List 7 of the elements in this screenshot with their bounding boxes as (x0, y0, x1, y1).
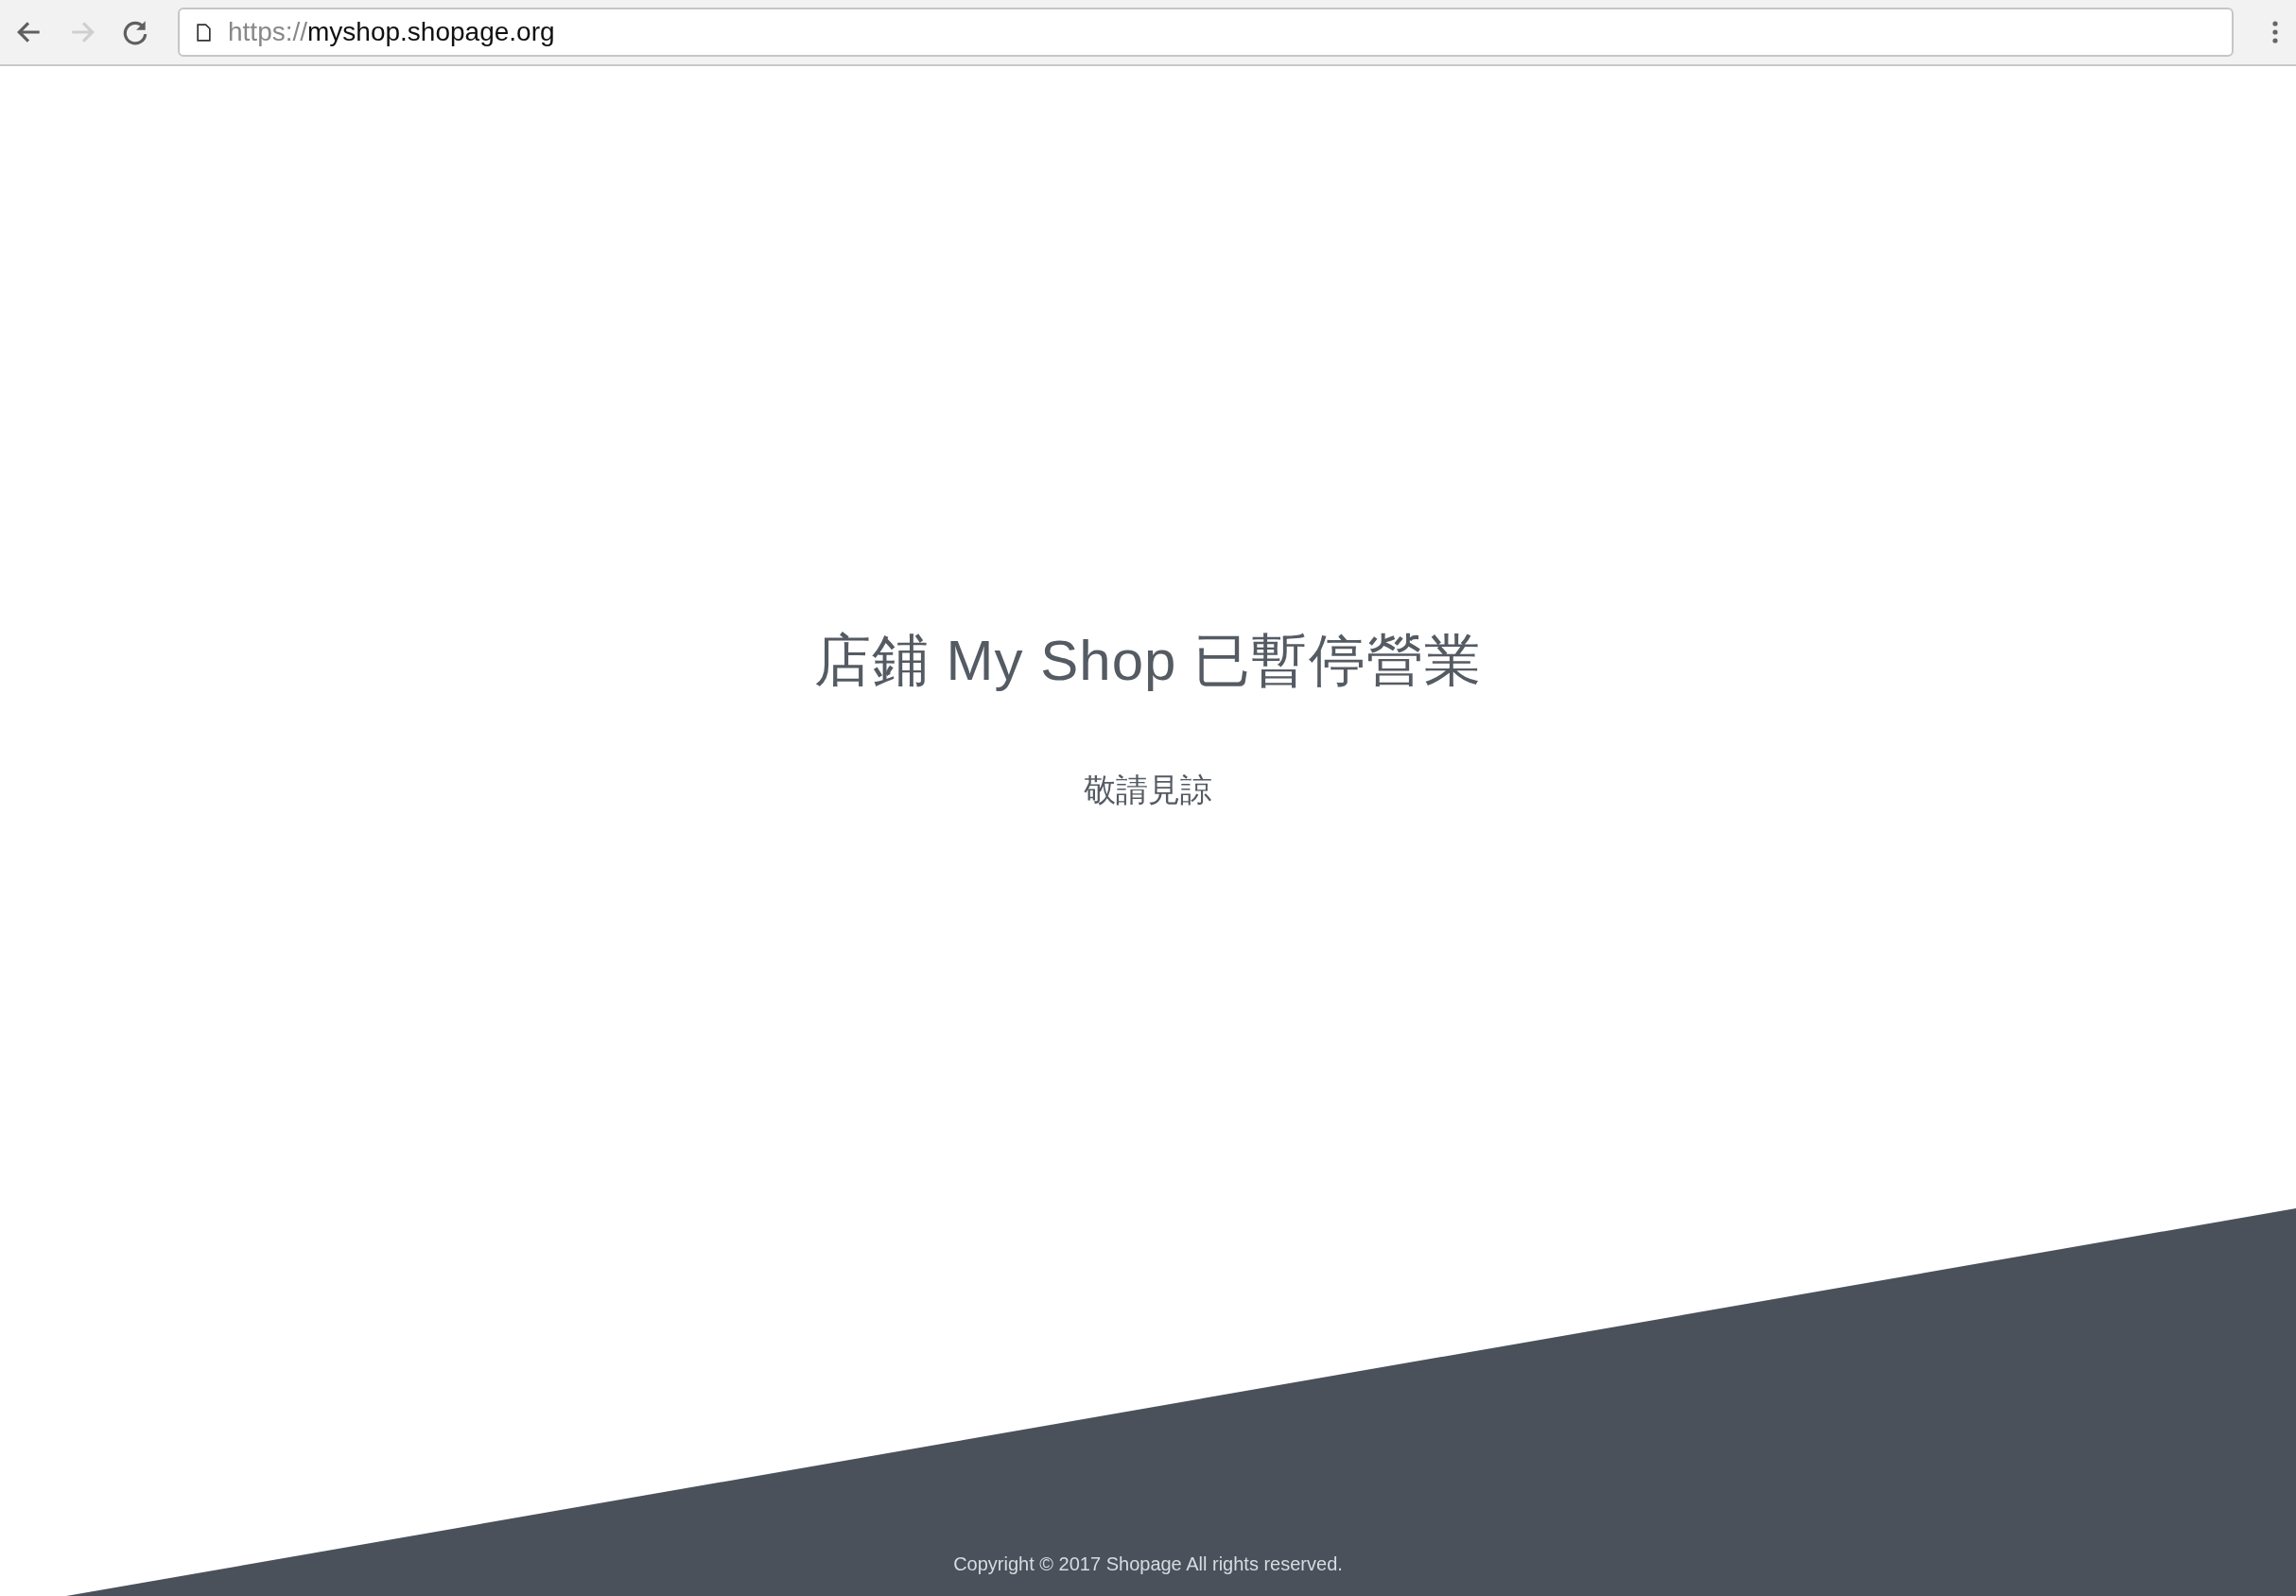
copyright-text: Copyright © 2017 Shopage All rights reserved. (953, 1553, 1343, 1575)
apology-text: 敬請見諒 (1084, 771, 1212, 809)
closed-notice-heading: 店鋪 My Shop 已暫停營業 (813, 628, 1483, 694)
menu-icon[interactable] (2271, 19, 2279, 45)
page-icon (197, 23, 211, 42)
reload-icon[interactable] (121, 18, 149, 46)
address-field[interactable]: https://myshop.shopage.org (178, 8, 2234, 57)
